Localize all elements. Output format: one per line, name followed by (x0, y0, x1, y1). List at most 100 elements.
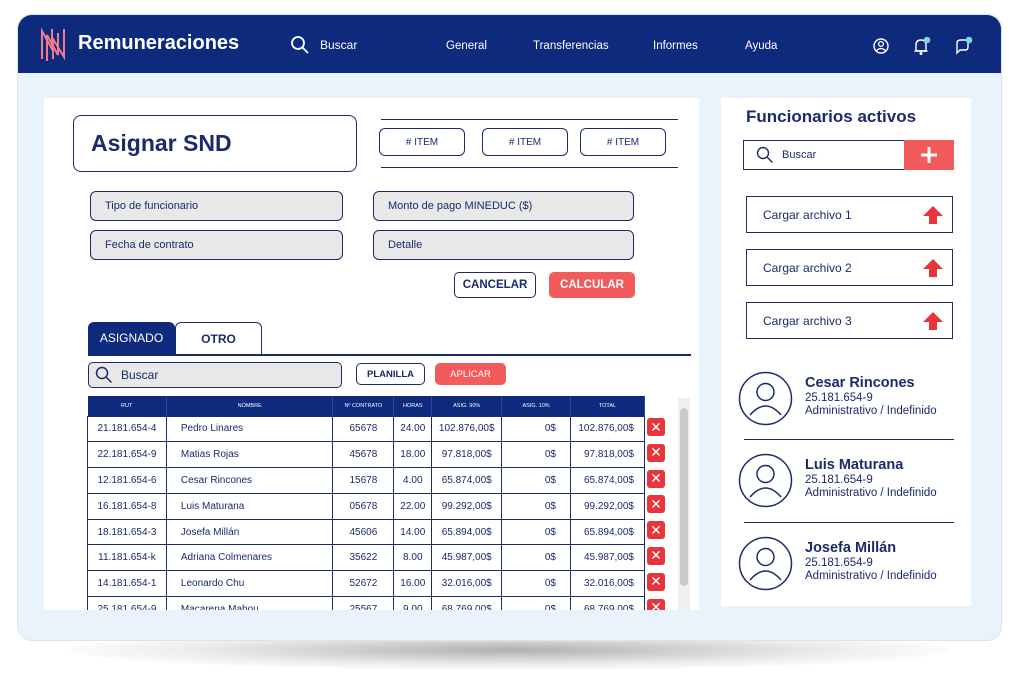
employee-name: Cesar Rincones (805, 375, 915, 391)
monto-pago-field[interactable]: Monto de pago MINEDUC ($) (373, 191, 634, 221)
nav-transferencias[interactable]: Transferencias (533, 40, 609, 52)
cell-asig90: 32.016,00$ (431, 570, 503, 598)
side-title: Funcionarios activos (746, 107, 917, 126)
cell-total: 102.876,00$ (569, 415, 646, 443)
employee-role: Administrativo / Indefinido (805, 570, 937, 582)
delete-row-button[interactable]: ✕ (647, 546, 665, 565)
delete-row-button[interactable]: ✕ (647, 495, 665, 514)
employee-card-2[interactable]: Luis Maturana 25.181.654-9 Administrativ… (738, 453, 958, 513)
list-search-placeholder: Buscar (121, 368, 159, 382)
employee-rut: 25.181.654-9 (805, 392, 873, 404)
detalle-field[interactable]: Detalle (373, 230, 634, 260)
cell-horas: 9.00 (393, 596, 433, 610)
delete-row-button[interactable]: ✕ (647, 598, 665, 610)
cell-total: 97.818,00$ (569, 441, 646, 469)
cell-horas: 18.00 (393, 441, 433, 469)
employee-role: Administrativo / Indefinido (805, 405, 937, 417)
item-button-3[interactable]: # ITEM (580, 128, 666, 156)
cell-asig10: 0$ (501, 492, 571, 520)
item-button-2[interactable]: # ITEM (482, 128, 568, 156)
cell-asig90: 65.894,00$ (431, 518, 503, 546)
upload-file-3[interactable]: Cargar archivo 3 (746, 302, 953, 339)
plus-icon (921, 147, 937, 163)
cell-nombre: Macarena Mahou (165, 596, 334, 610)
column-header-rut: RUT (87, 396, 167, 416)
cell-rut: 14.181.654-1 (87, 570, 167, 598)
cell-total: 68.769,00$ (569, 596, 646, 610)
cell-total: 65.874,00$ (569, 467, 646, 494)
employee-role: Administrativo / Indefinido (805, 487, 937, 499)
table-row[interactable]: 12.181.654-6 Cesar Rincones 15678 4.00 65.87… (87, 467, 646, 494)
table-row[interactable]: 18.181.654-3 Josefa Millán 45606 14.00 65.89… (87, 518, 646, 546)
app-title: Remuneraciones (78, 32, 240, 54)
cell-nombre: Pedro Linares (165, 415, 334, 443)
calculate-button[interactable]: CALCULAR (549, 272, 635, 298)
column-header-asig90: ASIG. 90% (431, 396, 503, 416)
app-window: Remuneraciones Buscar General Transferen… (18, 15, 1001, 640)
cell-asig10: 0$ (501, 441, 571, 469)
cell-total: 45.987,00$ (569, 544, 646, 572)
delete-row-button[interactable]: ✕ (647, 443, 665, 462)
cell-rut: 16.181.654-8 (87, 492, 167, 520)
cell-horas: 8.00 (393, 544, 433, 572)
cell-rut: 22.181.654-9 (87, 441, 167, 469)
planilla-button[interactable]: PLANILLA (356, 363, 425, 385)
title-box: Asignar SND (73, 115, 357, 172)
nav-informes[interactable]: Informes (653, 40, 698, 52)
cell-asig90: 102.876,00$ (431, 415, 503, 443)
cell-rut: 18.181.654-3 (87, 518, 167, 546)
delete-row-button[interactable]: ✕ (647, 572, 665, 591)
cell-nombre: Adriana Colmenares (165, 544, 334, 572)
delete-row-button[interactable]: ✕ (647, 418, 665, 436)
employee-card-1[interactable]: Cesar Rincones 25.181.654-9 Administrati… (738, 371, 958, 431)
avatar-icon (738, 453, 793, 508)
cell-total: 32.016,00$ (569, 570, 646, 598)
table-scrollbar-thumb[interactable] (680, 408, 688, 586)
cell-horas: 14.00 (393, 518, 433, 546)
user-icon[interactable] (870, 35, 892, 57)
employee-rut: 25.181.654-9 (805, 557, 873, 569)
side-search-input[interactable]: Buscar (743, 140, 904, 170)
table-row[interactable]: 11.181.654-k Adriana Colmenares 35622 8.00 4… (87, 544, 646, 572)
table-row[interactable]: 14.181.654-1 Leonardo Chu 52672 16.00 32.016… (87, 570, 646, 598)
cell-rut: 21.181.654-4 (87, 415, 167, 443)
cell-asig10: 0$ (501, 570, 571, 598)
aplicar-button[interactable]: APLICAR (435, 363, 506, 385)
cell-horas: 22.00 (393, 492, 433, 520)
top-search[interactable]: Buscar (290, 35, 357, 55)
cell-horas: 16.00 (393, 570, 433, 598)
chat-icon[interactable] (953, 35, 975, 57)
cell-contrato: 25567 (332, 596, 395, 610)
employee-divider (744, 439, 954, 440)
nav-ayuda[interactable]: Ayuda (745, 40, 777, 52)
column-header-contrato: Nº CONTRATO (332, 396, 395, 416)
cell-rut: 11.181.654-k (87, 544, 167, 572)
delete-row-button[interactable]: ✕ (647, 521, 665, 540)
tipo-funcionario-field[interactable]: Tipo de funcionario (90, 191, 343, 221)
side-search-placeholder: Buscar (782, 149, 817, 161)
table-row[interactable]: 25.181.654-9 Macarena Mahou 25567 9.00 68.76… (87, 596, 646, 610)
cancel-button[interactable]: CANCELAR (454, 272, 536, 298)
fecha-contrato-field[interactable]: Fecha de contrato (90, 230, 343, 260)
item-button-1[interactable]: # ITEM (379, 128, 465, 156)
upload-label-2: Cargar archivo 2 (763, 260, 852, 275)
upload-file-1[interactable]: Cargar archivo 1 (746, 196, 953, 233)
bell-icon[interactable] (911, 35, 933, 57)
cell-contrato: 52672 (332, 570, 395, 598)
item-divider-top (381, 119, 678, 120)
cell-rut: 12.181.654-6 (87, 467, 167, 494)
table-row[interactable]: 21.181.654-4 Pedro Linares 65678 24.00 102.8… (87, 415, 646, 443)
list-search-input[interactable]: Buscar (88, 362, 342, 388)
add-funcionario-button[interactable] (904, 140, 954, 170)
table-row[interactable]: 22.181.654-9 Matias Rojas 45678 18.00 97.818… (87, 441, 646, 469)
delete-row-button[interactable]: ✕ (647, 469, 665, 488)
upload-label-1: Cargar archivo 1 (763, 207, 852, 222)
employee-card-3[interactable]: Josefa Millán 25.181.654-9 Administrativ… (738, 536, 958, 596)
tab-otro[interactable]: OTRO (175, 322, 262, 354)
upload-arrow-icon (923, 259, 943, 277)
app-logo-icon (41, 27, 65, 61)
nav-general[interactable]: General (446, 40, 487, 52)
table-row[interactable]: 16.181.654-8 Luis Maturana 05678 22.00 99.29… (87, 492, 646, 520)
tab-asignado[interactable]: ASIGNADO (88, 322, 175, 354)
upload-file-2[interactable]: Cargar archivo 2 (746, 249, 953, 286)
